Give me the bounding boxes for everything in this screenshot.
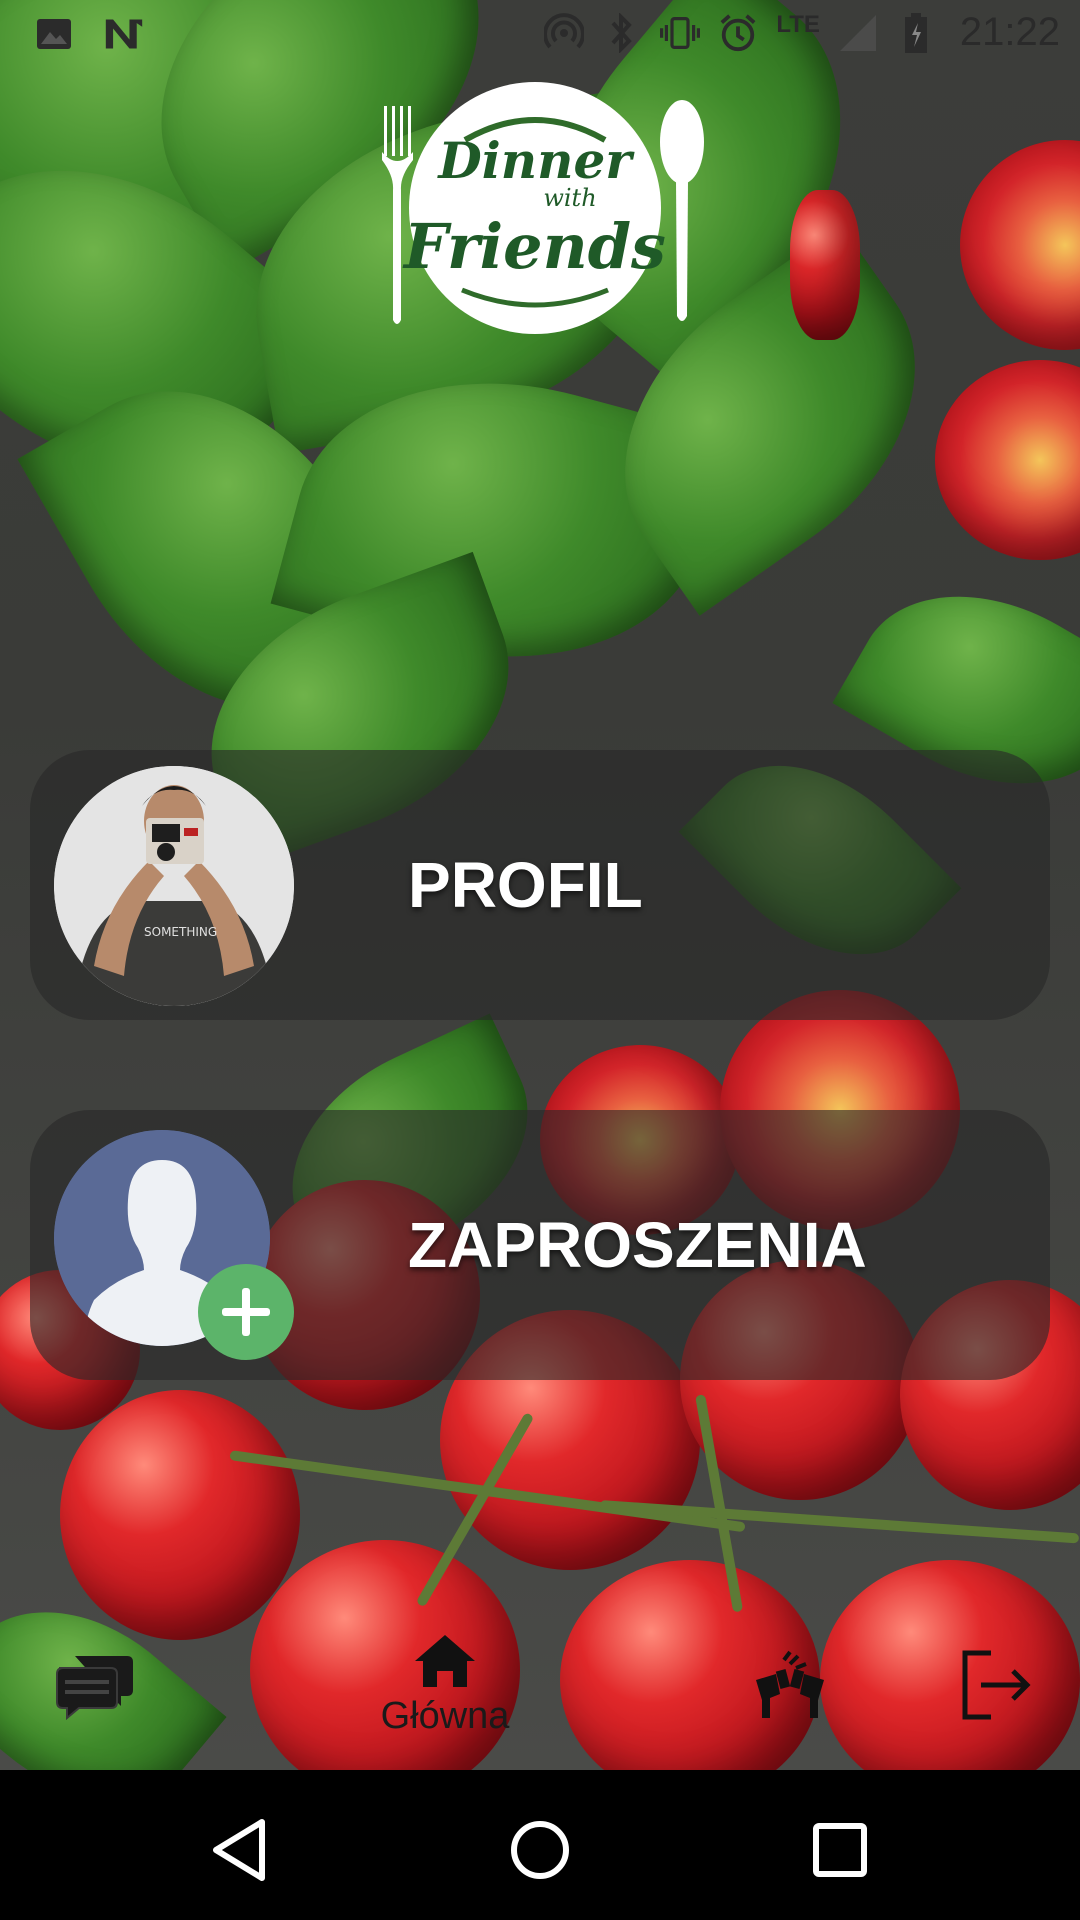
alarm-icon: [718, 13, 758, 53]
system-home-button[interactable]: [500, 1810, 580, 1890]
hotspot-icon: [544, 12, 585, 53]
home-icon: [415, 1634, 475, 1687]
n-notification-icon: [104, 14, 144, 54]
nav-logout[interactable]: [945, 1600, 1045, 1770]
bottom-navigation: Główna: [0, 1600, 1080, 1770]
invitations-card[interactable]: ZAPROSZENIA: [30, 1110, 1050, 1380]
profile-card[interactable]: SOMETHING PROFIL: [30, 750, 1050, 1020]
lte-icon: LTE: [776, 10, 820, 38]
profile-avatar: SOMETHING: [54, 766, 294, 1006]
system-back-button[interactable]: [200, 1810, 280, 1890]
nav-cheers[interactable]: [745, 1600, 835, 1770]
logout-icon: [962, 1650, 1031, 1720]
android-system-nav: [0, 1770, 1080, 1920]
app-logo: Dinner with Friends: [370, 80, 710, 340]
add-invite-icon: [198, 1264, 294, 1360]
system-recents-button[interactable]: [800, 1810, 880, 1890]
bluetooth-icon: [602, 12, 642, 53]
vibrate-icon: [660, 13, 701, 53]
invitations-label: ZAPROSZENIA: [408, 1209, 867, 1281]
back-icon: [213, 1819, 265, 1881]
nav-home-label: Główna: [380, 1694, 510, 1737]
svg-text:Dinner: Dinner: [436, 131, 635, 190]
nav-chat[interactable]: [40, 1600, 150, 1770]
svg-text:with: with: [543, 184, 596, 212]
chat-icon: [56, 1656, 133, 1720]
cheers-icon: [756, 1650, 824, 1718]
svg-text:SOMETHING: SOMETHING: [144, 925, 217, 939]
image-icon: [34, 14, 74, 54]
recents-icon: [813, 1823, 867, 1877]
home-circle-icon: [511, 1821, 569, 1879]
status-bar: LTE 21:22: [0, 0, 1080, 72]
battery-icon: [896, 12, 936, 53]
clock: 21:22: [959, 10, 1060, 54]
svg-text:Friends: Friends: [402, 210, 666, 283]
spoon-icon: [660, 100, 704, 321]
nav-home[interactable]: Główna: [360, 1600, 530, 1770]
profile-label: PROFIL: [408, 849, 643, 921]
signal-icon: [838, 13, 878, 53]
